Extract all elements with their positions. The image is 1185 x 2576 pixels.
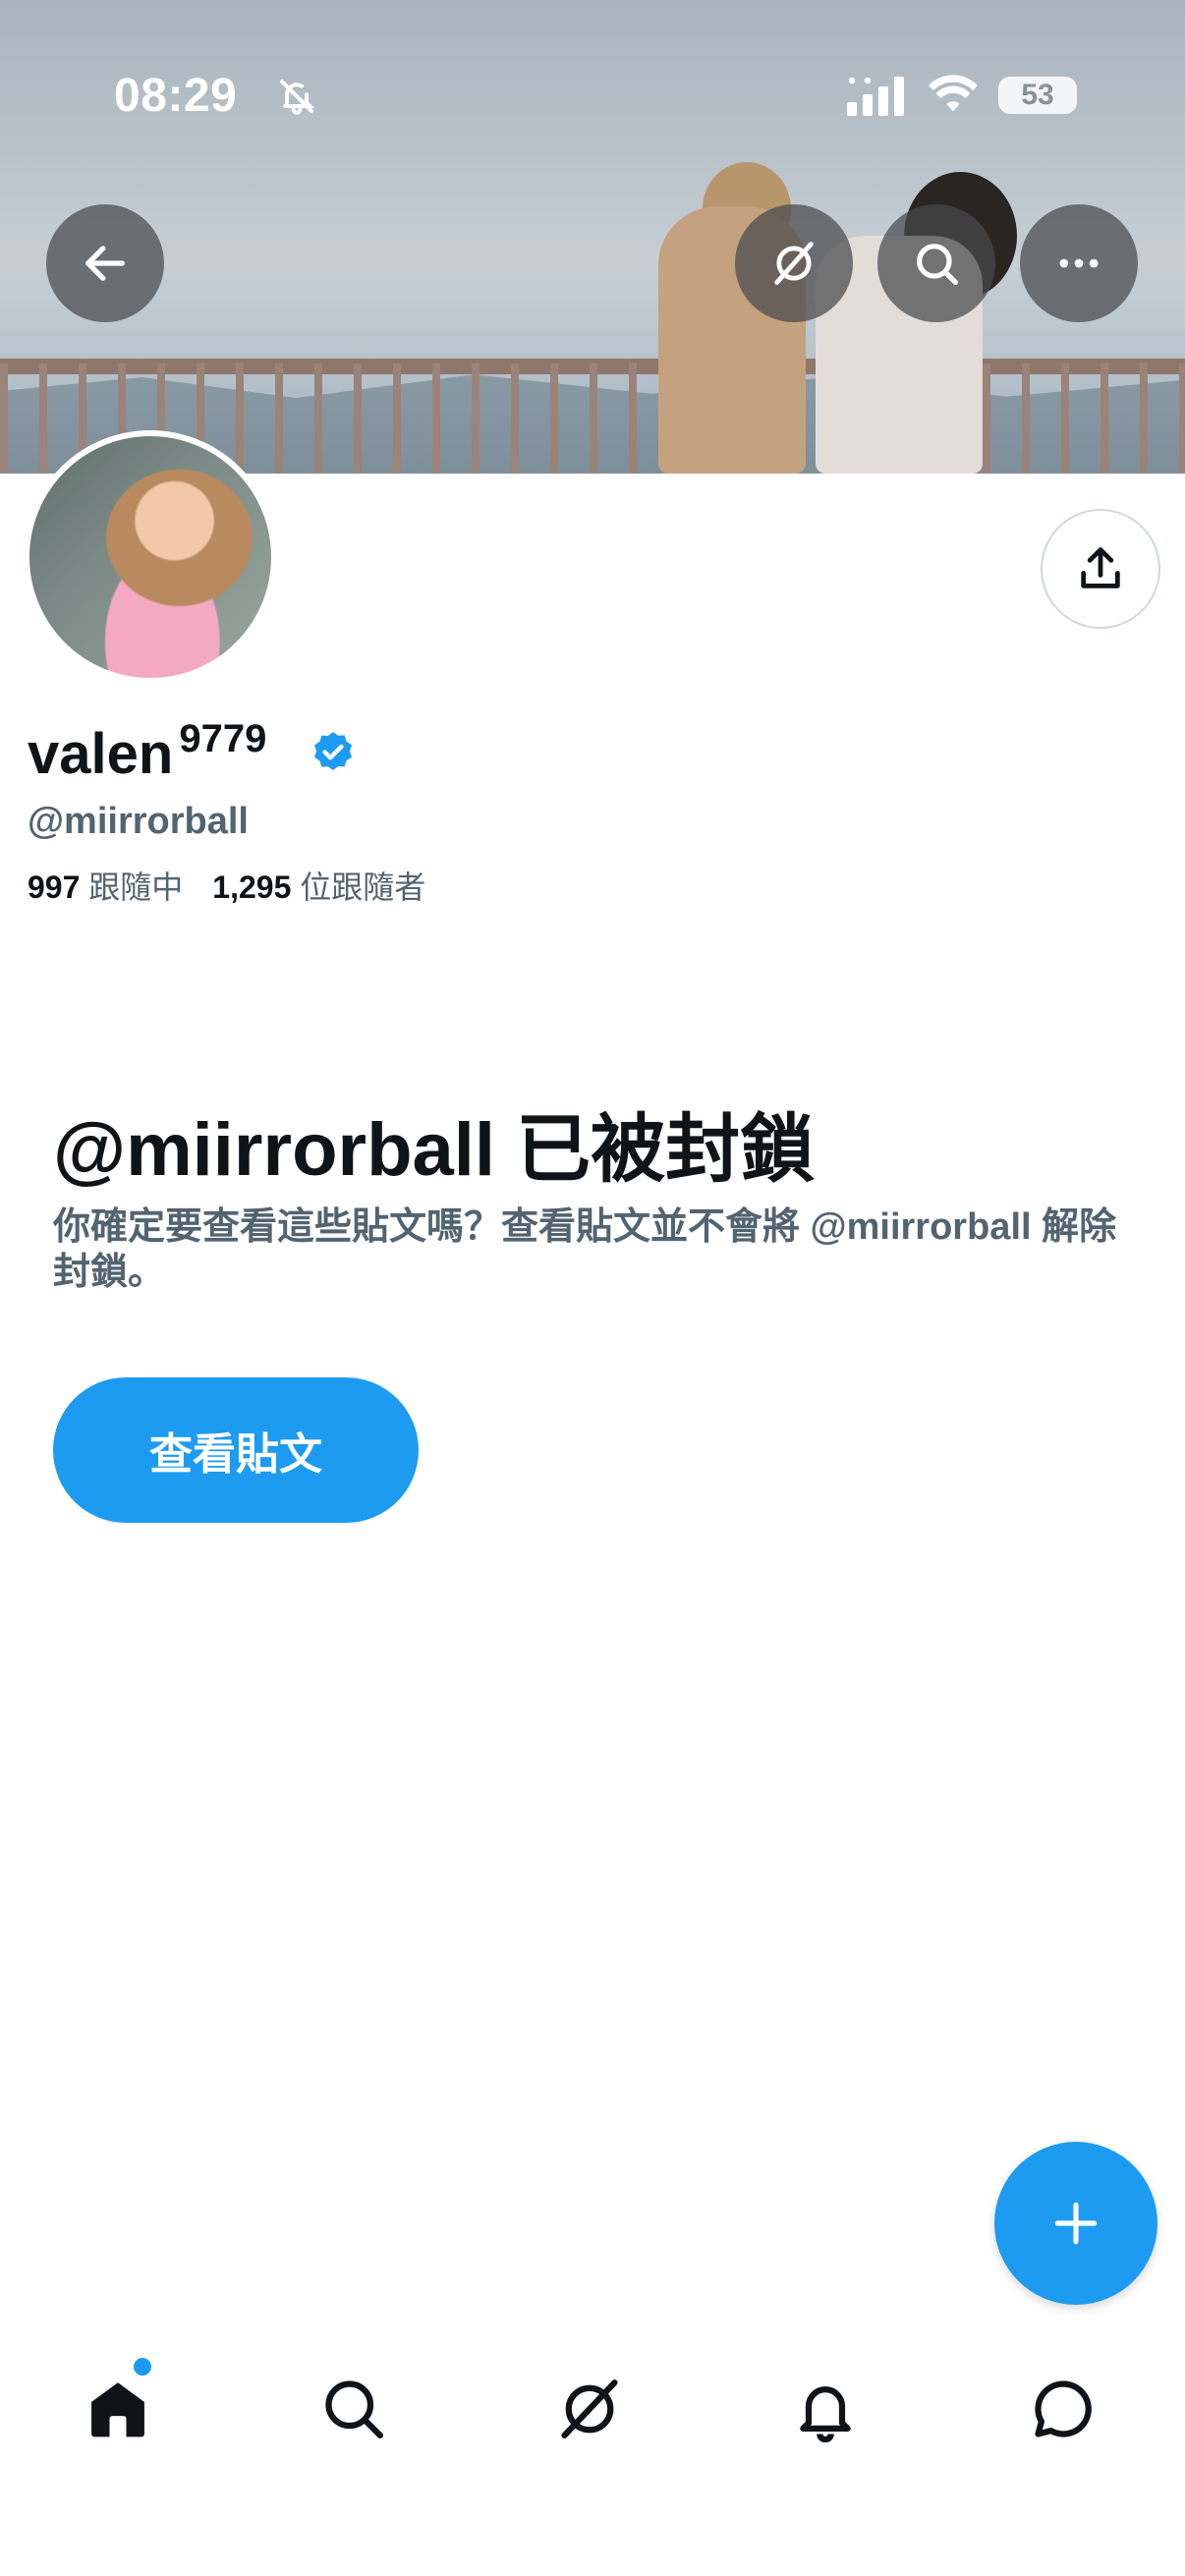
bottom-nav xyxy=(0,2338,1185,2476)
following-count: 997 xyxy=(28,869,81,905)
search-icon xyxy=(325,2380,384,2439)
home-icon xyxy=(91,2382,144,2437)
followers-count: 1,295 xyxy=(212,869,292,905)
verified-badge-icon[interactable] xyxy=(310,729,357,776)
avatar[interactable] xyxy=(24,430,277,684)
display-name: valen 9779 xyxy=(28,717,266,787)
bell-icon xyxy=(800,2386,851,2442)
blocked-title: @miirrorball 已被封鎖 xyxy=(53,1108,816,1192)
compose-button[interactable] xyxy=(994,2142,1157,2305)
view-posts-button[interactable]: 查看貼文 xyxy=(53,1377,419,1523)
back-arrow-icon xyxy=(85,246,125,281)
nav-home[interactable] xyxy=(79,2370,157,2448)
battery-icon: 53 xyxy=(998,77,1077,114)
wifi-icon xyxy=(929,75,978,112)
nav-search[interactable] xyxy=(314,2370,393,2448)
share-icon xyxy=(1081,547,1120,588)
cellular-signal-icon xyxy=(847,77,904,116)
followers-label: 位跟隨者 xyxy=(300,869,426,905)
display-name-text: valen xyxy=(28,722,174,786)
following-label: 跟隨中 xyxy=(88,869,184,905)
following-link[interactable]: 997 跟隨中 xyxy=(28,869,183,905)
search-icon xyxy=(917,244,959,286)
more-button[interactable] xyxy=(1020,204,1138,322)
nav-grok[interactable] xyxy=(550,2370,629,2448)
display-name-superscript: 9779 xyxy=(179,717,267,760)
follow-stats: 997 跟隨中 1,295 位跟隨者 xyxy=(28,863,425,908)
bell-slash-icon xyxy=(280,80,315,115)
grok-icon xyxy=(774,242,814,285)
blocked-description: 你確定要查看這些貼文嗎？查看貼文並不會將 @miirrorball 解除封鎖。 xyxy=(53,1206,1117,1293)
plus-icon xyxy=(1054,2202,1098,2245)
back-button[interactable] xyxy=(46,204,164,322)
nav-notifications[interactable] xyxy=(786,2370,865,2448)
status-time: 08:29 xyxy=(114,70,238,122)
search-button[interactable] xyxy=(877,204,995,322)
handle: @miirrorball xyxy=(28,801,249,842)
share-button[interactable] xyxy=(1041,509,1160,629)
message-icon xyxy=(1035,2380,1092,2437)
home-notification-dot xyxy=(134,2358,151,2376)
grok-button[interactable] xyxy=(735,204,853,322)
nav-messages[interactable] xyxy=(1024,2370,1102,2448)
followers-link[interactable]: 1,295 位跟隨者 xyxy=(212,869,425,905)
grok-icon xyxy=(561,2379,618,2439)
more-icon xyxy=(1059,258,1099,268)
